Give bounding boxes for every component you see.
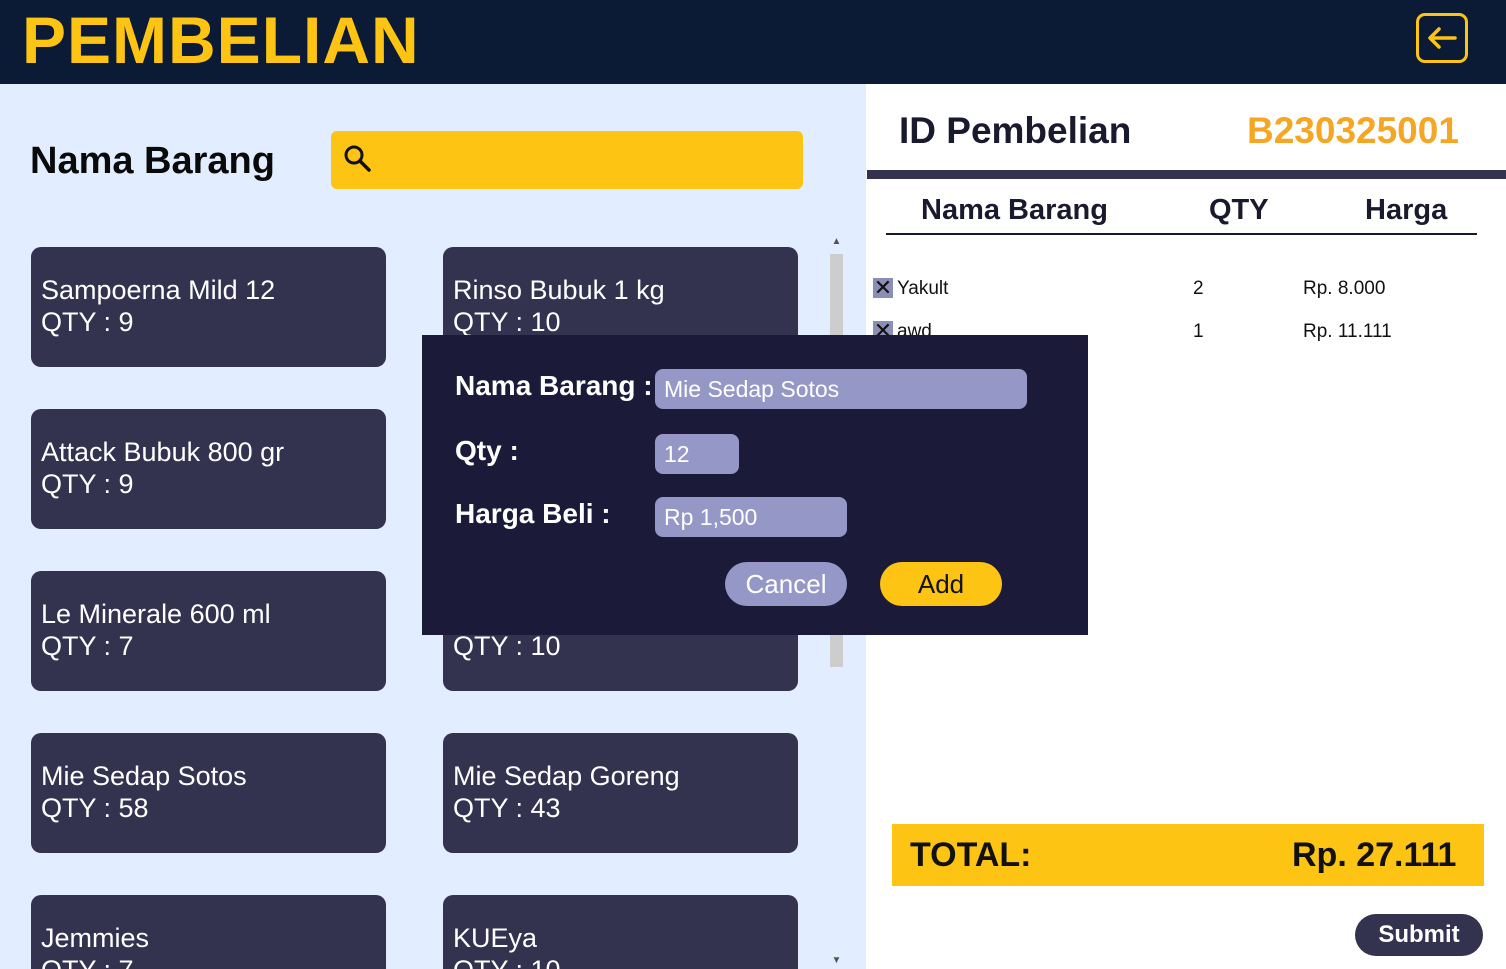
product-card[interactable]: KUEya QTY : 10 (443, 895, 798, 969)
arrow-left-icon (1428, 27, 1457, 49)
search-input[interactable] (383, 139, 797, 183)
purchase-id-label: ID Pembelian (899, 110, 1132, 151)
product-card[interactable]: Attack Bubuk 800 gr QTY : 9 (31, 409, 386, 529)
column-header-name: Nama Barang (921, 194, 1108, 226)
item-name-field[interactable]: Mie Sedap Sotos (655, 369, 1027, 409)
product-card[interactable]: Mie Sedap Sotos QTY : 58 (31, 733, 386, 853)
product-qty: QTY : 10 (453, 955, 561, 969)
product-name: KUEya (453, 923, 538, 953)
cancel-button[interactable]: Cancel (725, 562, 847, 606)
product-name: Jemmies (41, 923, 150, 953)
product-name: Mie Sedap Goreng (453, 761, 680, 791)
product-qty: QTY : 7 (41, 631, 134, 661)
product-name: Mie Sedap Sotos (41, 761, 247, 791)
product-qty: QTY : 10 (453, 307, 561, 337)
submit-button[interactable]: Submit (1355, 914, 1483, 956)
product-card[interactable]: Mie Sedap Goreng QTY : 43 (443, 733, 798, 853)
item-price: Rp. 11.111 (1303, 321, 1392, 342)
item-qty: 1 (1193, 321, 1204, 342)
column-header-qty: QTY (1209, 194, 1269, 226)
item-name: Yakult (897, 278, 949, 299)
app-header: PEMBELIAN (0, 0, 1506, 84)
search-label: Nama Barang (30, 140, 275, 182)
product-qty: QTY : 10 (453, 631, 561, 661)
product-qty: QTY : 7 (41, 955, 134, 969)
product-name: Rinso Bubuk 1 kg (453, 275, 665, 305)
scroll-up-icon[interactable]: ▲ (829, 234, 844, 250)
item-price: Rp. 8.000 (1303, 278, 1386, 299)
total-value: Rp. 27.111 (1292, 836, 1457, 874)
table-row: ✕ Yakult 2 Rp. 8.000 (866, 277, 1506, 304)
product-qty: QTY : 43 (453, 793, 561, 823)
total-label: TOTAL: (910, 836, 1032, 874)
qty-field[interactable]: 12 (655, 434, 739, 474)
item-qty: 2 (1193, 278, 1204, 299)
scroll-down-icon[interactable]: ▼ (829, 953, 844, 969)
remove-item-icon[interactable]: ✕ (873, 277, 893, 299)
product-card[interactable]: Le Minerale 600 ml QTY : 7 (31, 571, 386, 691)
qty-label: Qty : (455, 435, 519, 466)
divider (886, 233, 1477, 235)
product-card[interactable]: Sampoerna Mild 12 QTY : 9 (31, 247, 386, 367)
page-title: PEMBELIAN (22, 3, 420, 77)
product-qty: QTY : 9 (41, 469, 134, 499)
product-qty: QTY : 9 (41, 307, 134, 337)
purchase-id-value: B230325001 (1247, 110, 1459, 151)
product-qty: QTY : 58 (41, 793, 149, 823)
total-bar: TOTAL: Rp. 27.111 (892, 824, 1484, 886)
search-bar[interactable] (331, 131, 803, 189)
divider (867, 170, 1506, 179)
product-name: Le Minerale 600 ml (41, 599, 271, 629)
item-name-label: Nama Barang : (455, 370, 653, 401)
product-name: Sampoerna Mild 12 (41, 275, 276, 305)
back-button[interactable] (1416, 13, 1468, 63)
price-field[interactable]: Rp 1,500 (655, 497, 847, 537)
add-button[interactable]: Add (880, 562, 1002, 606)
add-item-dialog: Nama Barang : Mie Sedap Sotos Qty : 12 H… (422, 335, 1088, 635)
price-label: Harga Beli : (455, 498, 611, 529)
product-name: Attack Bubuk 800 gr (41, 437, 285, 467)
search-icon (344, 145, 371, 172)
product-card[interactable]: Jemmies QTY : 7 (31, 895, 386, 969)
column-header-price: Harga (1365, 194, 1448, 226)
